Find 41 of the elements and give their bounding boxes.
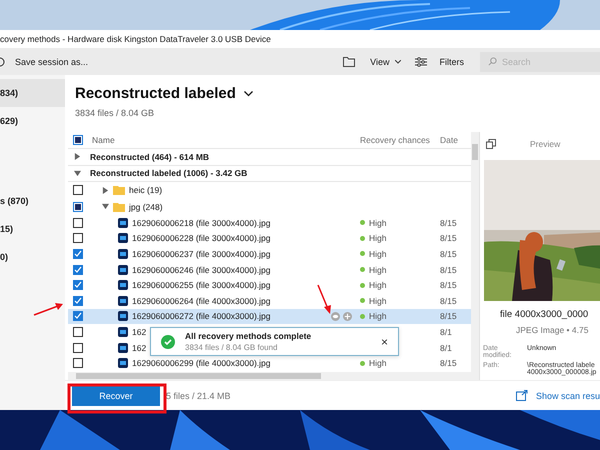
file-name: 1629060006237 (file 3000x4000).jpg	[132, 248, 270, 259]
recovery-chance: High	[369, 280, 386, 290]
file-type: JPEG Image • 4.75	[516, 325, 590, 335]
file-summary: 3834 files / 8.04 GB	[75, 108, 156, 118]
toast-message: 3834 files / 8.04 GB found	[185, 343, 279, 352]
file-name: 162	[132, 326, 146, 337]
date-cell-text: 8/1	[440, 326, 453, 337]
recovery-chance: High	[369, 233, 386, 244]
date-cell-text: 8/15	[440, 248, 458, 259]
recovery-chance: High	[369, 296, 386, 306]
group-name: Reconstructed (464) - 614 MB	[90, 152, 210, 162]
recovery-chance: High	[369, 264, 386, 275]
date-cell-text: 8/15	[440, 280, 458, 290]
window-title: covery methods - Hardware disk Kingston DataTraveler 3.0 USB Device	[0, 34, 271, 44]
recovery-chance: High	[369, 218, 386, 228]
file-name: 162	[132, 342, 146, 353]
file-name: 1629060006272 (file 4000x3000).jpg	[132, 311, 270, 322]
file-name: file 4000x3000_0000	[500, 309, 590, 320]
folder-name: heic (19)	[129, 185, 162, 196]
file-name: 1629060006255 (file 3000x4000).jpg	[132, 280, 270, 290]
file-name: 1629060006218 (file 3000x4000).jpg	[132, 218, 270, 228]
date-cell-text: 8/15	[440, 311, 458, 322]
file-name: 1629060006264 (file 4000x3000).jpg	[132, 296, 270, 306]
date-cell-text: 8/15	[440, 233, 458, 244]
recovery-chance: High	[369, 248, 386, 259]
toast-title: All recovery methods complete	[185, 331, 312, 341]
folder-name: jpg (248)	[129, 202, 163, 212]
section-title: Reconstructed labeled	[75, 85, 236, 102]
recovery-chance: High	[369, 358, 386, 368]
date-cell-text: 8/1	[440, 342, 453, 353]
date-cell-text: 8/15	[440, 358, 458, 368]
preview-label: Preview	[530, 139, 560, 149]
file-name: 1629060006299 (file 4000x3000).jpg	[132, 358, 270, 368]
date-cell-text: 8/15	[440, 218, 458, 228]
file-name: 1629060006246 (file 3000x4000).jpg	[132, 264, 270, 275]
selection-summary: 5 files / 21.4 MB	[166, 390, 232, 400]
recovery-chance: High	[369, 311, 386, 322]
date-cell-text: 8/15	[440, 296, 458, 306]
date-cell-text: 8/15	[440, 264, 458, 275]
file-name: 1629060006228 (file 3000x4000).jpg	[132, 233, 270, 244]
group-name: Reconstructed labeled (1006) - 3.42 GB	[90, 168, 248, 178]
